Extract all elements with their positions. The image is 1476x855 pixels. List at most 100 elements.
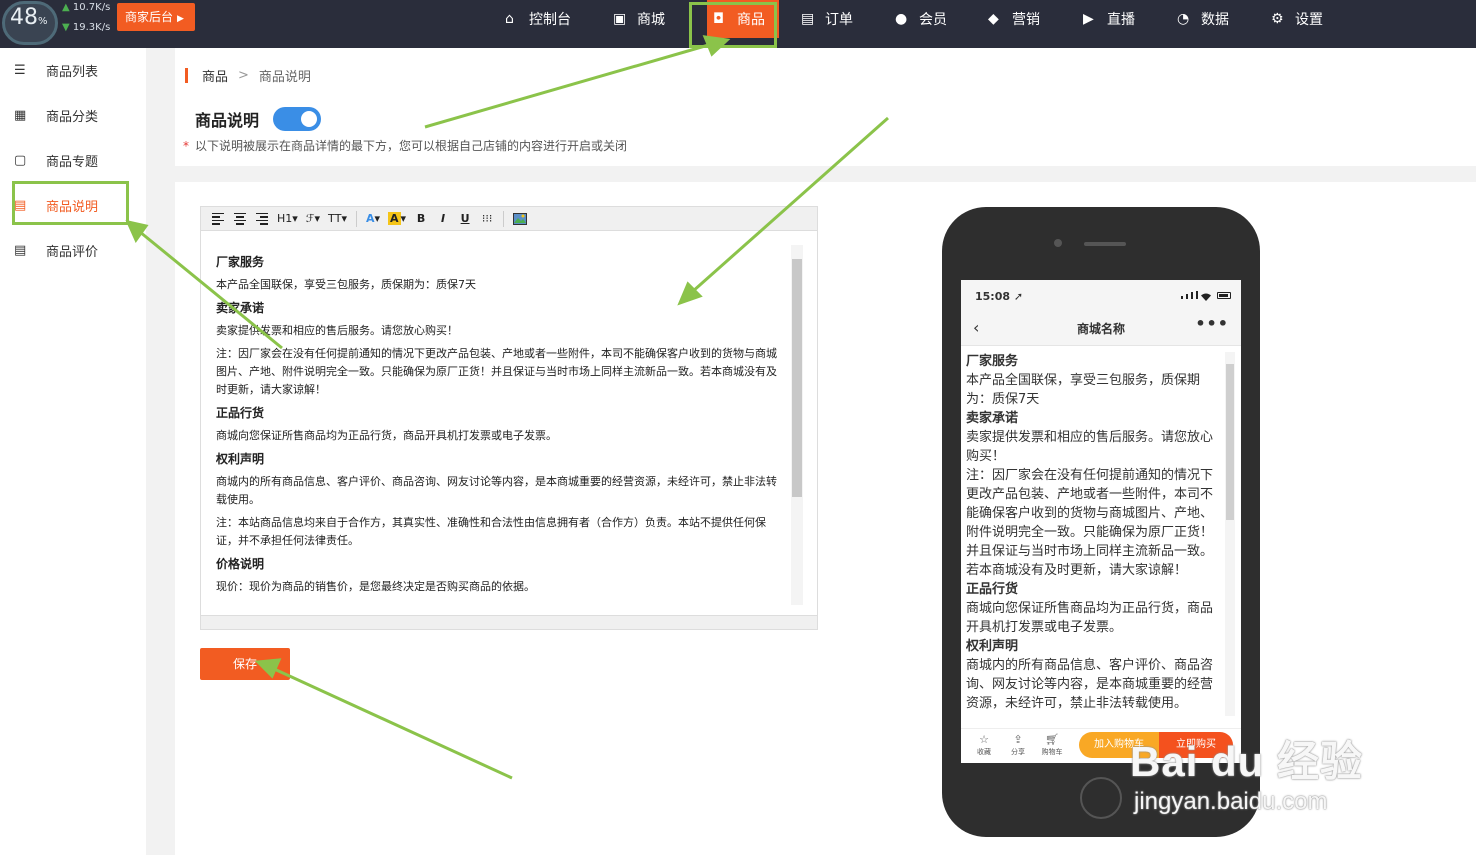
phone-tab-cart[interactable]: 🛒︎ 购物车 (1037, 733, 1067, 757)
align-right-icon[interactable] (253, 210, 271, 228)
editor-paragraph: 注：因厂家会在没有任何提前通知的情况下更改产品包装、产地或者一些附件，本司不能确… (216, 347, 777, 396)
editor-heading: 正品行货 (216, 406, 265, 420)
editor-scroll-thumb[interactable] (792, 259, 802, 497)
phone-heading: 正品行货 (966, 582, 1019, 597)
editor-paragraph: 商城向您保证所售商品均为正品行货，商品开具机打发票或电子发票。 (216, 429, 557, 442)
phone-time: 15:08 ➚ (975, 290, 1024, 303)
phone-heading: 厂家服务 (966, 354, 1019, 369)
breadcrumb: 商品 > 商品说明 (185, 66, 311, 85)
page-title: 商品说明 (195, 111, 260, 130)
breadcrumb-current: 商品说明 (258, 70, 311, 85)
phone-status-bar: 15:08 ➚ (961, 280, 1241, 310)
network-speed-widget: 48% ▲ 10.7K/s ▼ 19.3K/s (0, 0, 115, 46)
nav-label: 订单 (825, 12, 853, 28)
editor-paragraph: 卖家提供发票和相应的售后服务。请您放心购买！ (216, 324, 458, 337)
merchant-backend-button[interactable]: 商家后台 ▶ (117, 3, 195, 31)
nav-item-8[interactable]: ⚙ 设置 (1271, 0, 1327, 38)
upload-arrow-icon: ▲ (62, 2, 70, 13)
phone-paragraph: 卖家提供发票和相应的售后服务。请您放心购买！ (966, 430, 1214, 464)
phone-paragraph: 注：因厂家会在没有任何提前通知的情况下更改产品包装、产地或者一些附件，本司不能确… (966, 468, 1214, 578)
user-icon: ● (895, 11, 908, 27)
status-icons (1181, 291, 1231, 301)
table-icon[interactable]: ⁝⁝⁝ (478, 210, 496, 228)
nav-item-0[interactable]: ⌂ 控制台 (505, 0, 575, 38)
sidebar-item-4[interactable]: ▤ 商品评价 (14, 239, 134, 261)
phone-title-bar: ‹ 商城名称 ••• (961, 310, 1241, 346)
heading-dropdown[interactable]: H1 ▾ (275, 210, 300, 228)
location-arrow-icon: ➚ (1013, 290, 1024, 303)
font-size-dropdown[interactable]: T T▾ (326, 210, 349, 228)
editor-heading: 厂家服务 (216, 255, 265, 269)
signal-icon (1181, 296, 1183, 299)
underline-button[interactable]: U (456, 210, 474, 228)
nav-label: 直播 (1107, 12, 1135, 28)
list-icon: ☰ (14, 63, 26, 78)
rich-text-editor[interactable]: H1 ▾ ℱ ▾ T T▾ A ▾ A ▾ B I U ⁝⁝⁝ 厂家服务 本产品全国联保，享… (200, 206, 818, 630)
box-icon: ◆ (988, 11, 999, 27)
phone-content: 厂家服务 本产品全国联保，享受三包服务，质保期为：质保7天 卖家承诺 卖家提供发票和相… (966, 352, 1222, 722)
highlight-color-icon[interactable]: A ▾ (386, 210, 408, 228)
home-button (1080, 777, 1122, 819)
toggle-knob (301, 111, 317, 127)
breadcrumb-separator: > (238, 68, 249, 83)
download-speed: 19.3 (72, 22, 96, 33)
phone-tab-favorite[interactable]: ☆ 收藏 (969, 733, 999, 757)
nav-item-4[interactable]: ● 会员 (895, 0, 951, 38)
gear-icon: ⚙ (1271, 11, 1284, 27)
review-icon: ▤ (14, 243, 27, 258)
phone-scrollbar[interactable] (1225, 352, 1235, 716)
editor-paragraph: 现价：现价为商品的销售价，是您最终决定是否购买商品的依据。 (216, 580, 535, 593)
nav-item-3[interactable]: ▤ 订单 (801, 0, 857, 38)
nav-label: 数据 (1201, 12, 1229, 28)
bold-button[interactable]: B (412, 210, 430, 228)
wifi-icon (1201, 291, 1211, 301)
nav-item-5[interactable]: ◆ 营销 (988, 0, 1044, 38)
toolbar-divider (355, 210, 357, 227)
sidebar-item-label: 商品专题 (46, 154, 99, 170)
save-button[interactable]: 保存 (200, 648, 290, 680)
help-note: * 以下说明被展示在商品详情的最下方，您可以根据自己店铺的内容进行开启或关闭 (183, 137, 627, 154)
nav-label: 控制台 (529, 12, 571, 28)
more-icon[interactable]: ••• (1195, 314, 1229, 333)
baidu-watermark: Bai du 经验 jingyan.baidu.com (1130, 700, 1400, 830)
phone-paragraph: 本产品全国联保，享受三包服务，质保期为：质保7天 (966, 373, 1201, 407)
toolbar-divider (503, 210, 505, 227)
sidebar-item-label: 商品分类 (46, 109, 99, 125)
align-left-icon[interactable] (209, 210, 227, 228)
breadcrumb-marker (185, 68, 188, 83)
nav-label: 设置 (1295, 12, 1323, 28)
editor-toolbar: H1 ▾ ℱ ▾ T T▾ A ▾ A ▾ B I U ⁝⁝⁝ (201, 207, 817, 231)
phone-tab-share[interactable]: ⇪ 分享 (1003, 733, 1033, 757)
sidebar-item-0[interactable]: ☰ 商品列表 (14, 59, 134, 81)
editor-heading: 卖家承诺 (216, 301, 265, 315)
breadcrumb-root[interactable]: 商品 (202, 66, 228, 85)
image-icon[interactable] (511, 210, 529, 228)
phone-scroll-thumb[interactable] (1226, 364, 1234, 520)
align-center-icon[interactable] (231, 210, 249, 228)
nav-highlight-box (689, 2, 777, 48)
sidebar-item-1[interactable]: ▦ 商品分类 (14, 104, 134, 126)
watermark-logo: Bai du 经验 (1130, 738, 1364, 785)
nav-label: 商城 (637, 12, 665, 28)
nav-item-1[interactable]: ▣ 商城 (613, 0, 669, 38)
font-family-icon[interactable]: ℱ ▾ (304, 210, 322, 228)
font-color-icon[interactable]: A ▾ (364, 210, 382, 228)
star-icon: ☆ (979, 733, 989, 746)
editor-scrollbar[interactable] (791, 245, 803, 605)
download-arrow-icon: ▼ (62, 22, 70, 33)
nav-item-6[interactable]: ▶ 直播 (1083, 0, 1139, 38)
sidebar-item-label: 商品评价 (46, 244, 99, 260)
camera-icon (1054, 239, 1062, 247)
topic-icon: ▢ (14, 153, 27, 168)
editor-resize-bar[interactable] (201, 615, 817, 629)
store-icon: ▣ (613, 11, 627, 27)
live-icon: ▶ (1083, 11, 1094, 27)
editor-content[interactable]: 厂家服务 本产品全国联保，享受三包服务，质保期为：质保7天 卖家承诺 卖家提供发票和相… (216, 253, 784, 605)
sidebar-item-label: 商品列表 (46, 64, 99, 80)
phone-heading: 权利声明 (966, 639, 1019, 654)
sidebar-item-2[interactable]: ▢ 商品专题 (14, 149, 134, 171)
editor-paragraph: 注：本站商品信息均来自于合作方，其真实性、准确性和合法性由信息拥有者（合作方）负… (216, 516, 766, 547)
nav-item-7[interactable]: ◔ 数据 (1177, 0, 1233, 38)
enable-toggle[interactable] (273, 107, 321, 131)
italic-button[interactable]: I (434, 210, 452, 228)
